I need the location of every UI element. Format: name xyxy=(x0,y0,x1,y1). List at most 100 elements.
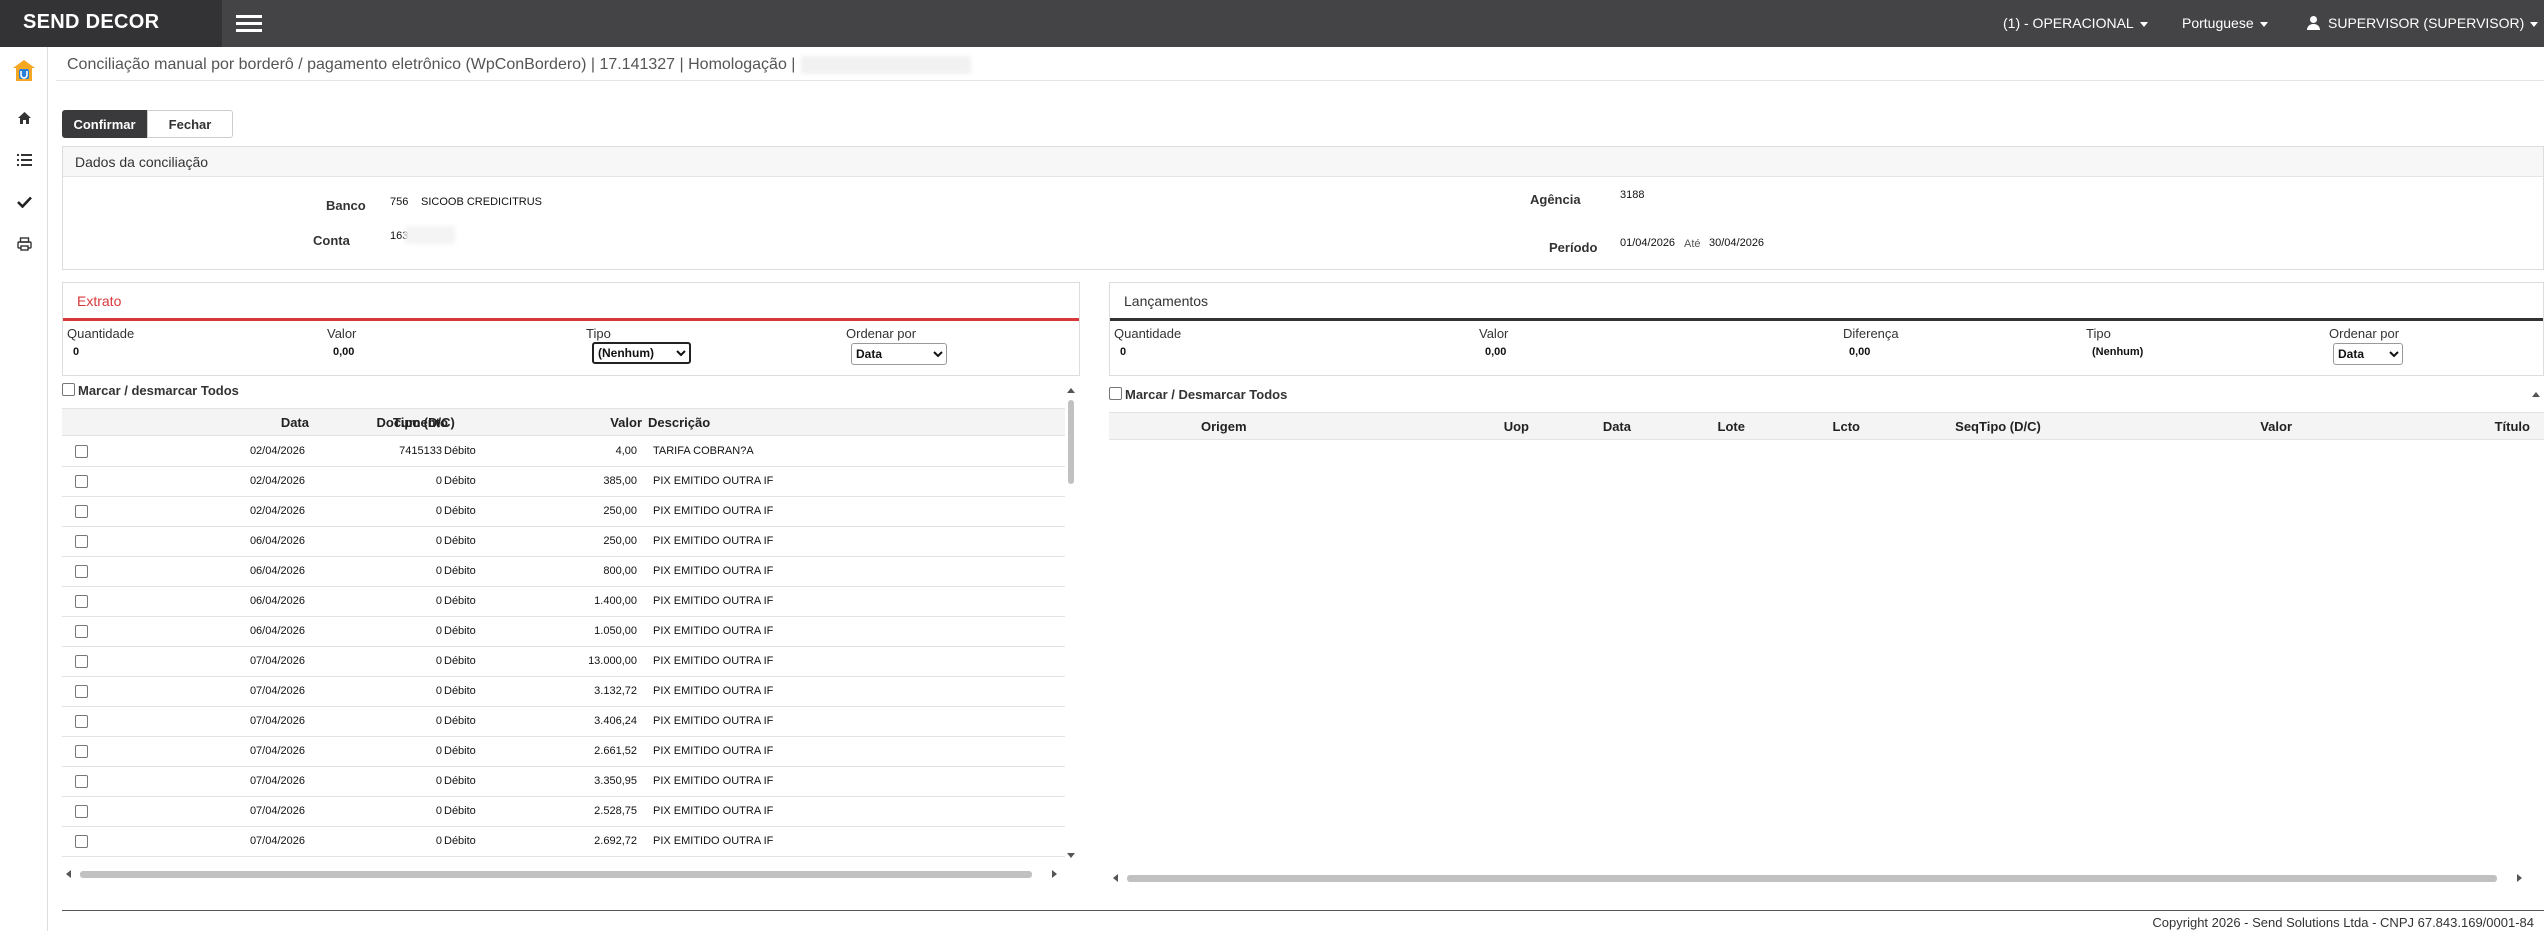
cell-documento: 0 xyxy=(435,745,442,757)
table-row[interactable]: 07/04/2026 0 Débito 2.528,75 PIX EMITIDO OUT… xyxy=(62,797,1065,827)
cell-data: 07/04/2026 xyxy=(249,835,305,847)
operacional-menu[interactable]: (1) - OPERACIONAL xyxy=(2003,0,2148,47)
col-data[interactable]: Data xyxy=(281,409,309,437)
print-icon[interactable] xyxy=(13,233,35,255)
scroll-down-arrow-icon[interactable] xyxy=(1067,853,1075,858)
cell-descricao: TARIFA COBRAN?A xyxy=(653,445,754,457)
row-checkbox[interactable] xyxy=(75,505,88,518)
cell-tipo: Débito xyxy=(444,835,476,847)
row-checkbox[interactable] xyxy=(75,565,88,578)
extrato-header: Extrato xyxy=(63,283,1079,321)
cell-valor: 2.661,52 xyxy=(594,745,637,757)
scroll-left-arrow-icon[interactable] xyxy=(1113,874,1118,882)
scroll-up-arrow-icon[interactable] xyxy=(2532,392,2540,397)
table-row[interactable]: 07/04/2026 0 Débito 2.661,52 PIX EMITIDO OUT… xyxy=(62,737,1065,767)
lanc-quantidade-label: Quantidade xyxy=(1114,326,1182,341)
row-checkbox[interactable] xyxy=(75,745,88,758)
table-row[interactable]: 06/04/2026 0 Débito 1.050,00 PIX EMITIDO OUT… xyxy=(62,617,1065,647)
close-button[interactable]: Fechar xyxy=(147,110,233,138)
col-origem[interactable]: Origem xyxy=(1201,413,1247,441)
home-icon[interactable] xyxy=(13,107,35,129)
row-checkbox[interactable] xyxy=(75,625,88,638)
lanc-hscroll-thumb[interactable] xyxy=(1127,875,2497,882)
lanc-marcar-todos-checkbox[interactable] xyxy=(1109,387,1122,400)
title-divider xyxy=(56,80,2544,81)
app-logo-icon[interactable] xyxy=(11,58,37,84)
cell-documento: 0 xyxy=(435,625,442,637)
row-checkbox[interactable] xyxy=(75,805,88,818)
scroll-right-arrow-icon[interactable] xyxy=(1052,870,1057,878)
table-row[interactable]: 07/04/2026 0 Débito 2.692,72 PIX EMITIDO OUT… xyxy=(62,827,1065,857)
lanc-tipo-label: Tipo xyxy=(2086,326,2111,341)
redacted-area xyxy=(405,226,455,244)
cell-tipo: Débito xyxy=(444,595,476,607)
scroll-right-arrow-icon[interactable] xyxy=(2517,874,2522,882)
cell-tipo: Débito xyxy=(444,565,476,577)
chevron-down-icon xyxy=(2259,21,2268,27)
col-seq[interactable]: Seq xyxy=(1955,413,1979,441)
cell-valor: 250,00 xyxy=(603,535,637,547)
cell-tipo: Débito xyxy=(444,655,476,667)
table-row[interactable]: 02/04/2026 0 Débito 250,00 PIX EMITIDO OUTRA… xyxy=(62,497,1065,527)
table-row[interactable]: 02/04/2026 0 Débito 385,00 PIX EMITIDO OUTRA… xyxy=(62,467,1065,497)
row-checkbox[interactable] xyxy=(75,655,88,668)
table-row[interactable]: 07/04/2026 0 Débito 3.406,24 PIX EMITIDO OUT… xyxy=(62,707,1065,737)
confirm-button[interactable]: Confirmar xyxy=(62,110,147,138)
user-menu[interactable]: SUPERVISOR (SUPERVISOR) xyxy=(2307,0,2539,47)
cell-tipo: Débito xyxy=(444,715,476,727)
row-checkbox[interactable] xyxy=(75,535,88,548)
cell-tipo: Débito xyxy=(444,625,476,637)
col-valor[interactable]: Valor xyxy=(610,409,642,437)
page-title-text: Conciliação manual por borderô / pagamen… xyxy=(67,56,796,74)
cell-tipo: Débito xyxy=(444,535,476,547)
periodo-ate-label: Até xyxy=(1684,238,1701,250)
col-lote[interactable]: Lote xyxy=(1718,413,1745,441)
row-checkbox[interactable] xyxy=(75,685,88,698)
table-row[interactable]: 02/04/2026 7415133 Débito 4,00 TARIFA COBRAN… xyxy=(62,437,1065,467)
extrato-vscroll-thumb[interactable] xyxy=(1068,400,1074,484)
cell-data: 06/04/2026 xyxy=(249,565,305,577)
col-descricao[interactable]: Descrição xyxy=(648,409,710,437)
lanc-ordenar-select[interactable]: Data xyxy=(2333,343,2403,365)
row-checkbox[interactable] xyxy=(75,715,88,728)
col-titulo[interactable]: Título xyxy=(2495,413,2530,441)
col-uop[interactable]: Uop xyxy=(1504,413,1529,441)
scroll-left-arrow-icon[interactable] xyxy=(66,870,71,878)
language-menu[interactable]: Portuguese xyxy=(2182,0,2268,47)
table-row[interactable]: 07/04/2026 0 Débito 13.000,00 PIX EMITIDO OU… xyxy=(62,647,1065,677)
row-checkbox[interactable] xyxy=(75,835,88,848)
extrato-hscroll-thumb[interactable] xyxy=(80,871,1032,878)
row-checkbox[interactable] xyxy=(75,475,88,488)
scroll-up-arrow-icon[interactable] xyxy=(1067,388,1075,393)
col-data[interactable]: Data xyxy=(1603,413,1631,441)
col-tipo[interactable]: Tipo (D/C) xyxy=(1979,413,2041,441)
col-valor[interactable]: Valor xyxy=(2260,413,2292,441)
table-row[interactable]: 07/04/2026 0 Débito 3.132,72 PIX EMITIDO OUT… xyxy=(62,677,1065,707)
user-icon xyxy=(2307,16,2320,30)
col-lcto[interactable]: Lcto xyxy=(1833,413,1860,441)
hamburger-menu-icon[interactable] xyxy=(236,12,262,34)
check-icon[interactable] xyxy=(13,191,35,213)
cell-data: 07/04/2026 xyxy=(249,805,305,817)
dados-conciliacao-header: Dados da conciliação xyxy=(63,147,2543,177)
col-tipo[interactable]: Tipo (D/C) xyxy=(393,409,455,437)
list-icon[interactable] xyxy=(13,149,35,171)
table-row[interactable]: 06/04/2026 0 Débito 800,00 PIX EMITIDO OUTRA… xyxy=(62,557,1065,587)
lanc-valor-label: Valor xyxy=(1479,326,1509,341)
cell-valor: 4,00 xyxy=(615,445,637,457)
table-row[interactable]: 06/04/2026 0 Débito 1.400,00 PIX EMITIDO OUT… xyxy=(62,587,1065,617)
extrato-tipo-select[interactable]: (Nenhum) xyxy=(592,342,691,364)
table-row[interactable]: 06/04/2026 0 Débito 250,00 PIX EMITIDO OUTRA… xyxy=(62,527,1065,557)
cell-descricao: PIX EMITIDO OUTRA IF xyxy=(653,745,774,757)
extrato-marcar-todos-checkbox[interactable] xyxy=(62,383,75,396)
table-row[interactable]: 07/04/2026 0 Débito 3.350,95 PIX EMITIDO OUT… xyxy=(62,767,1065,797)
row-checkbox[interactable] xyxy=(75,775,88,788)
cell-descricao: PIX EMITIDO OUTRA IF xyxy=(653,595,774,607)
extrato-ordenar-select[interactable]: Data xyxy=(851,343,947,365)
row-checkbox[interactable] xyxy=(75,595,88,608)
row-checkbox[interactable] xyxy=(75,445,88,458)
brand-logo[interactable]: SEND DECOR xyxy=(0,0,222,47)
extrato-quantidade-label: Quantidade xyxy=(67,326,135,341)
lancamentos-table-header: Origem Uop Data Lote Lcto Seq Tipo (D/C)… xyxy=(1109,412,2544,440)
extrato-ordenar-label: Ordenar por xyxy=(846,326,917,341)
